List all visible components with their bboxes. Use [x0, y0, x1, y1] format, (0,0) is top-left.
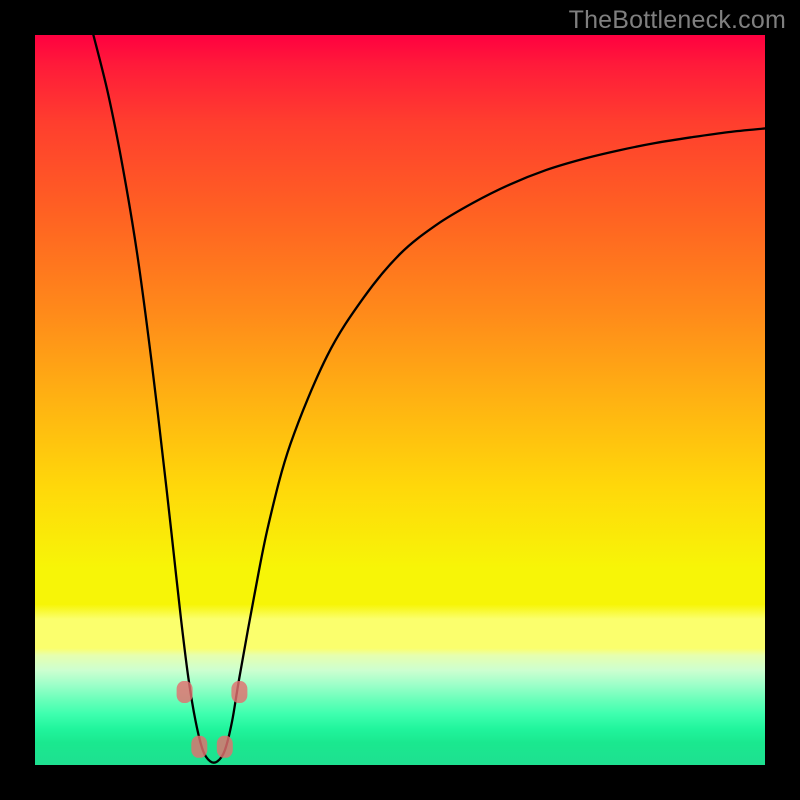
curve-layer	[35, 35, 765, 765]
curve-marker	[191, 736, 207, 758]
curve-marker	[231, 681, 247, 703]
plot-area	[35, 35, 765, 765]
curve-marker	[177, 681, 193, 703]
curve-marker	[217, 736, 233, 758]
bottleneck-curve	[93, 35, 765, 763]
chart-frame: TheBottleneck.com	[0, 0, 800, 800]
watermark-text: TheBottleneck.com	[569, 6, 786, 35]
curve-markers	[177, 681, 248, 758]
